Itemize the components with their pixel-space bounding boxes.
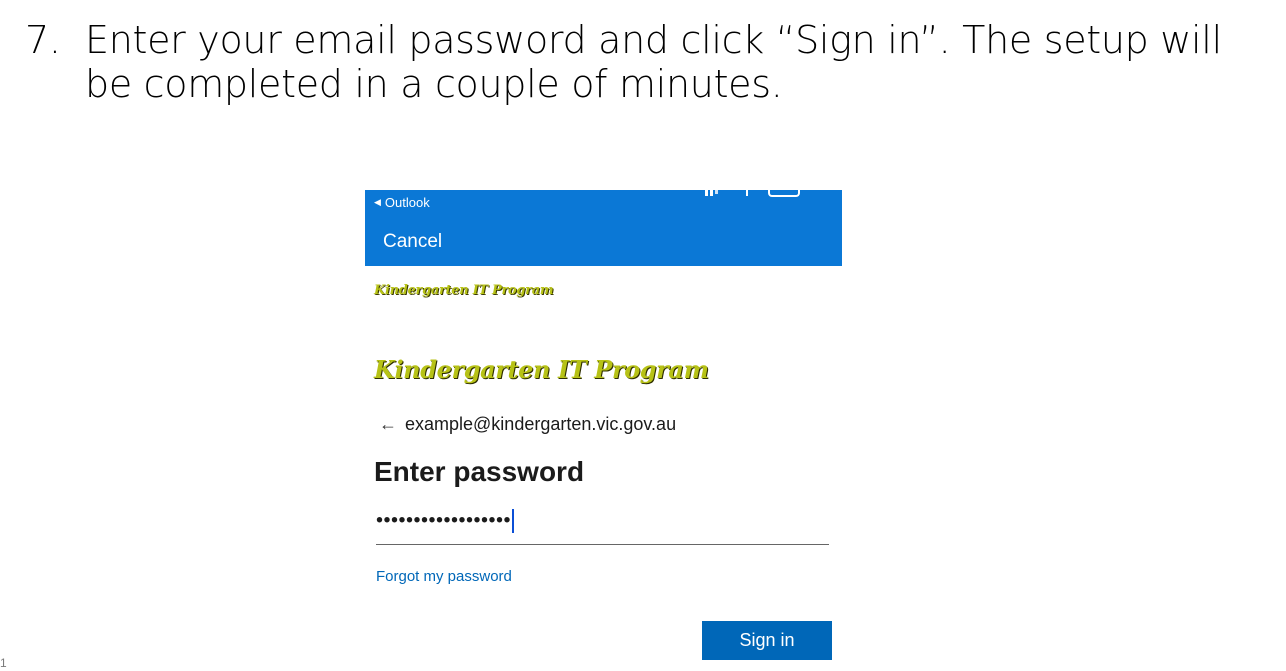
text-caret — [512, 509, 515, 533]
password-dots: •••••••••••••••••• — [376, 509, 512, 532]
password-value: •••••••••••••••••• — [376, 509, 515, 533]
back-label: Outlook — [384, 195, 430, 210]
signal-icon — [705, 190, 708, 196]
account-email: example@kindergarten.vic.gov.au — [405, 414, 677, 434]
phone-screenshot: ◀ Outlook Cancel Kindergarten IT Program… — [365, 186, 842, 671]
slide-number: 1 — [0, 656, 7, 670]
back-to-outlook-link[interactable]: ◀ Outlook — [374, 195, 430, 210]
signal-bar-dim-icon — [715, 190, 718, 194]
status-bar-icons — [703, 186, 803, 198]
step-number: 7. — [25, 18, 61, 62]
top-bar: ◀ Outlook Cancel — [365, 186, 842, 266]
banner-logo-small: Kindergarten IT Program — [374, 283, 554, 298]
page-title: Enter password — [374, 456, 585, 487]
account-identity: ← example@kindergarten.vic.gov.au — [379, 414, 676, 435]
sign-in-button[interactable]: Sign in — [702, 621, 832, 660]
password-input[interactable]: •••••••••••••••••• — [376, 508, 829, 545]
instruction-text: Enter your email password and click “Sig… — [85, 18, 1222, 106]
back-triangle-icon: ◀ — [374, 197, 381, 207]
banner-logo-large: Kindergarten IT Program — [374, 355, 709, 384]
forgot-password-link[interactable]: Forgot my password — [376, 568, 512, 585]
battery-icon — [768, 186, 800, 197]
back-arrow-icon[interactable]: ← — [379, 414, 397, 435]
location-arrow-icon — [746, 190, 748, 196]
cancel-button[interactable]: Cancel — [383, 231, 442, 253]
signal-bar-icon — [710, 190, 713, 196]
